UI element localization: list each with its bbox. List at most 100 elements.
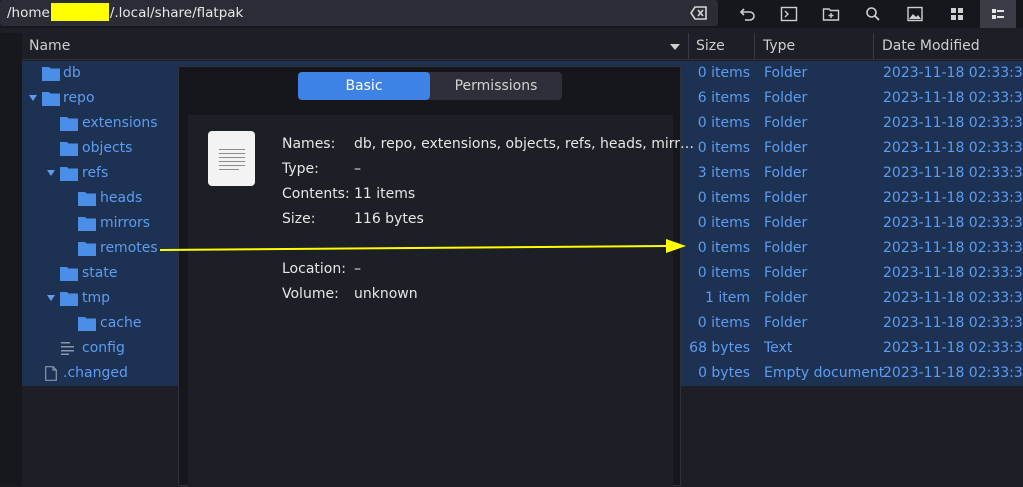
column-type[interactable]: Type <box>763 33 795 59</box>
properties-tabs: Basic Permissions <box>298 72 562 100</box>
file-date: 2023-11-18 02:33:34 <box>883 365 1023 381</box>
tab-permissions[interactable]: Permissions <box>430 72 562 100</box>
file-date: 2023-11-18 02:33:34 <box>883 340 1023 356</box>
image-preview-button[interactable] <box>897 0 933 28</box>
terminal-button[interactable] <box>771 0 807 28</box>
grid-view-button[interactable] <box>939 0 975 28</box>
file-name: config <box>82 340 125 356</box>
type-value: – <box>354 161 361 177</box>
folder-icon <box>42 92 60 106</box>
folder-icon <box>60 142 78 156</box>
folder-icon <box>42 67 60 81</box>
list-view-button[interactable] <box>980 0 1016 28</box>
column-header: Name Size Type Date Modified <box>22 33 1023 60</box>
path-prefix: /home <box>7 5 50 21</box>
contents-label: Contents: <box>282 186 350 202</box>
size-label: Size: <box>282 211 316 227</box>
column-separator[interactable] <box>688 33 689 59</box>
file-date: 2023-11-18 02:33:34 <box>883 140 1023 156</box>
expander-open-icon[interactable] <box>47 295 55 301</box>
list-view-icon <box>992 9 1004 19</box>
file-type: Empty document <box>764 365 885 381</box>
file-type: Folder <box>764 90 808 106</box>
file-date: 2023-11-18 02:33:34 <box>883 165 1023 181</box>
folder-icon <box>78 217 96 231</box>
location-bar[interactable]: /home /.local/share/flatpak <box>0 0 718 26</box>
folder-icon <box>60 167 78 181</box>
file-name: repo <box>63 90 95 106</box>
file-name: state <box>82 265 118 281</box>
file-type: Folder <box>764 65 808 81</box>
location-value: – <box>354 261 361 277</box>
folder-icon <box>78 242 96 256</box>
column-separator[interactable] <box>873 33 874 59</box>
location-label: Location: <box>282 261 346 277</box>
path-suffix: /.local/share/flatpak <box>109 5 244 21</box>
expander-open-icon[interactable] <box>47 170 55 176</box>
file-name: .changed <box>63 365 128 381</box>
contents-value: 11 items <box>354 186 416 202</box>
file-date: 2023-11-18 02:33:34 <box>883 240 1023 256</box>
new-folder-button[interactable] <box>813 0 849 28</box>
undo-button[interactable] <box>729 0 765 28</box>
size-value: 116 bytes <box>354 211 424 227</box>
search-button[interactable] <box>855 0 891 28</box>
search-icon <box>866 7 880 21</box>
file-date: 2023-11-18 02:33:34 <box>883 190 1023 206</box>
clear-text-icon[interactable] <box>690 5 708 21</box>
document-icon <box>208 131 255 186</box>
side-gutter <box>0 33 22 486</box>
file-type: Folder <box>764 140 808 156</box>
text-file-icon <box>61 342 74 355</box>
folder-icon <box>60 117 78 131</box>
redaction-mark <box>50 3 109 21</box>
type-label: Type: <box>282 161 319 177</box>
file-date: 2023-11-18 02:33:34 <box>883 265 1023 281</box>
undo-icon <box>739 8 755 21</box>
file-name: extensions <box>82 115 158 131</box>
file-type: Folder <box>764 315 808 331</box>
file-name: remotes <box>100 240 158 256</box>
sort-descending-icon[interactable] <box>670 44 680 50</box>
file-name: tmp <box>82 290 111 306</box>
column-separator[interactable] <box>754 33 755 59</box>
file-date: 2023-11-18 02:33:34 <box>883 65 1023 81</box>
file-type: Folder <box>764 265 808 281</box>
toolbar: /home /.local/share/flatpak <box>0 0 1023 28</box>
file-date: 2023-11-18 02:33:34 <box>883 315 1023 331</box>
file-date: 2023-11-18 02:33:34 <box>883 215 1023 231</box>
file-name: db <box>63 65 81 81</box>
folder-icon <box>78 317 96 331</box>
new-folder-icon <box>822 8 840 21</box>
tab-basic[interactable]: Basic <box>298 72 430 100</box>
properties-panel: Names: db, repo, extensions, objects, re… <box>188 115 694 487</box>
column-date[interactable]: Date Modified <box>882 33 980 59</box>
file-date: 2023-11-18 02:33:34 <box>883 115 1023 131</box>
names-value: db, repo, extensions, objects, refs, hea… <box>354 136 694 152</box>
terminal-icon <box>780 6 798 22</box>
grid-view-icon <box>951 8 963 20</box>
file-name: heads <box>100 190 143 206</box>
names-label: Names: <box>282 136 336 152</box>
column-size[interactable]: Size <box>696 33 725 59</box>
file-date: 2023-11-18 02:33:34 <box>883 290 1023 306</box>
file-name: objects <box>82 140 133 156</box>
file-type: Folder <box>764 165 808 181</box>
expander-open-icon[interactable] <box>29 95 37 101</box>
empty-document-icon <box>45 366 57 381</box>
file-type: Text <box>764 340 793 356</box>
file-name: mirrors <box>100 215 151 231</box>
properties-dialog: Basic Permissions Names: db, repo, exten… <box>178 66 694 487</box>
folder-icon <box>78 192 96 206</box>
file-date: 2023-11-18 02:33:34 <box>883 90 1023 106</box>
file-name: refs <box>82 165 109 181</box>
file-type: Folder <box>764 190 808 206</box>
file-type: Folder <box>764 290 808 306</box>
file-type: Folder <box>764 115 808 131</box>
column-name[interactable]: Name <box>29 33 70 59</box>
folder-icon <box>60 267 78 281</box>
file-type: Folder <box>764 215 808 231</box>
file-name: cache <box>100 315 142 331</box>
image-icon <box>907 6 923 22</box>
file-type: Folder <box>764 240 808 256</box>
